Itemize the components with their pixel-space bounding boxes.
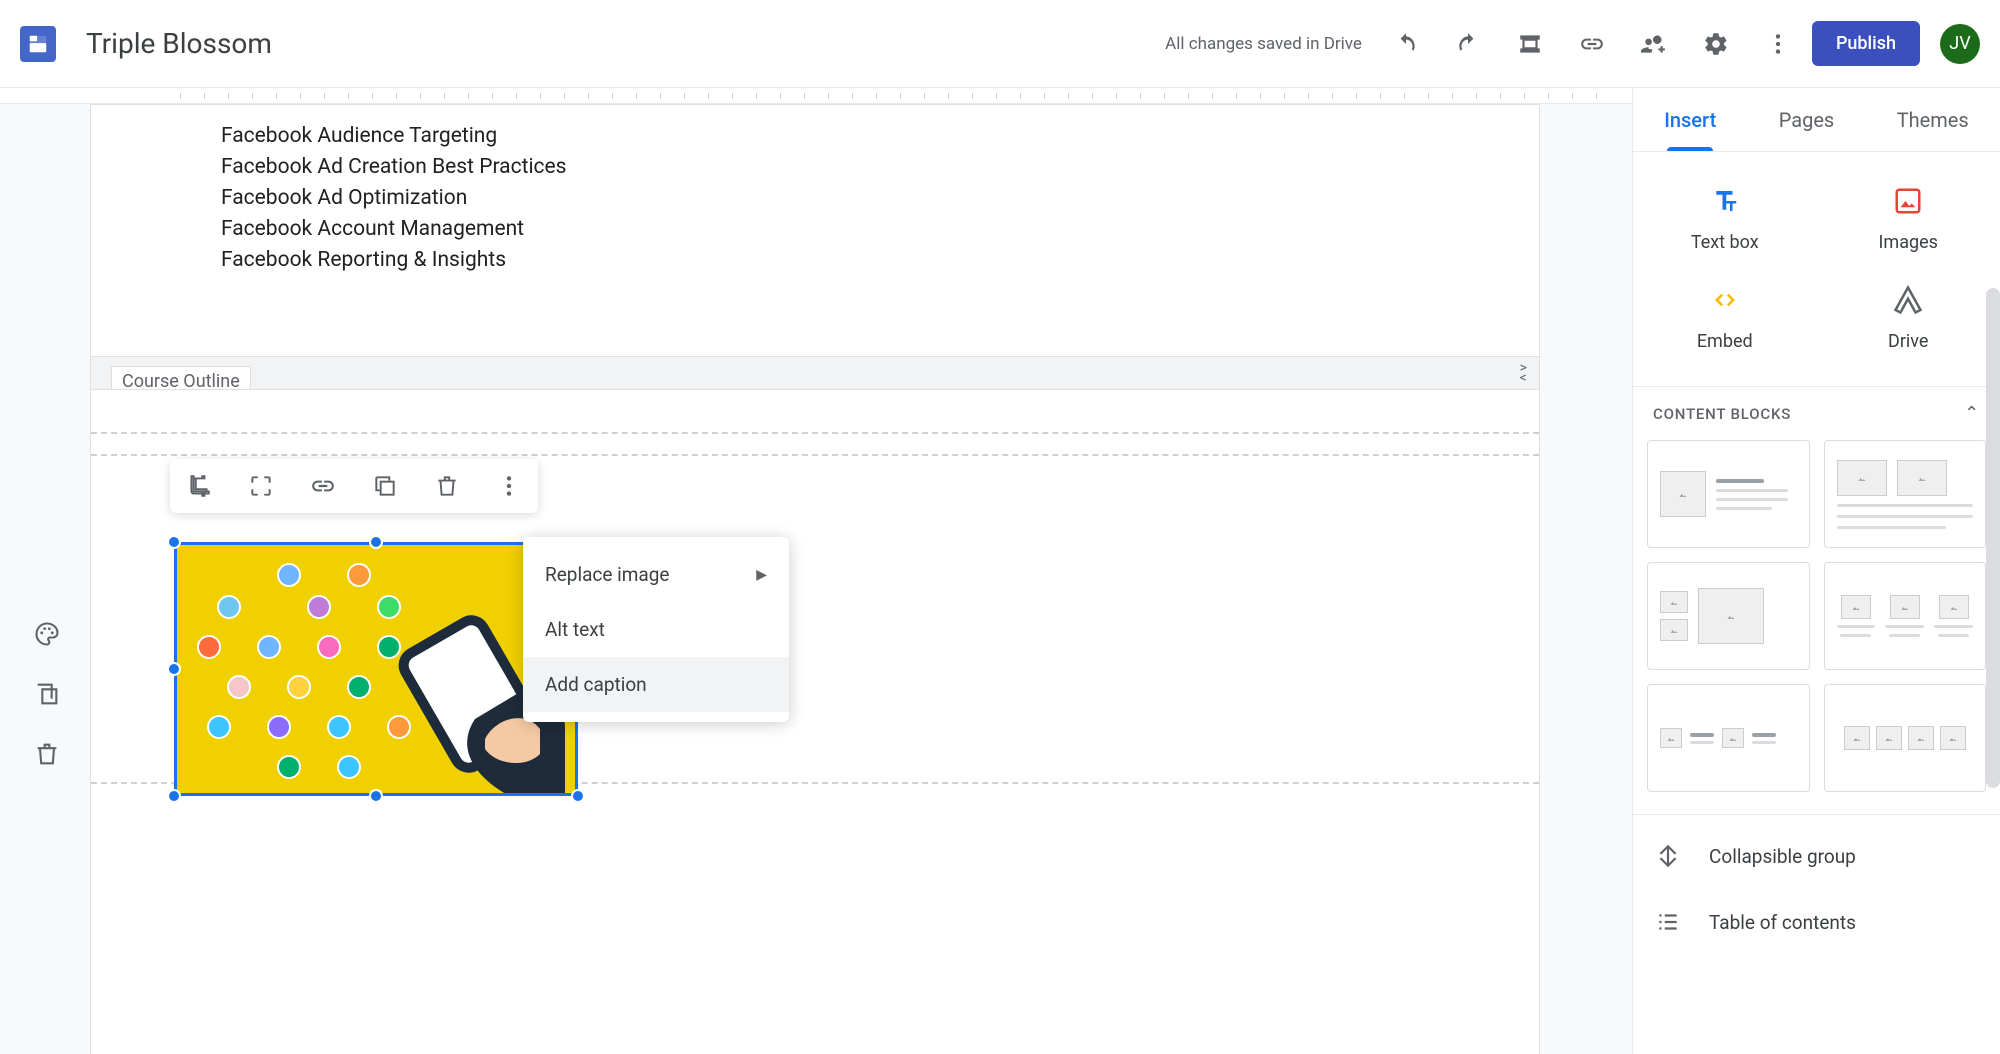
content-block-template[interactable] <box>1824 684 1987 792</box>
chevron-up-icon: ⌃ <box>1964 403 1980 424</box>
content-line: Facebook Ad Optimization <box>221 183 1409 214</box>
content-block-template[interactable] <box>1824 440 1987 548</box>
preview-icon[interactable] <box>1516 30 1544 58</box>
document-title[interactable]: Triple Blossom <box>86 27 272 60</box>
content-line: Facebook Account Management <box>221 214 1409 245</box>
menu-item-label: Add caption <box>545 673 647 696</box>
sheet-scroll-arrows[interactable]: >< <box>1520 363 1527 383</box>
undo-icon[interactable] <box>1392 30 1420 58</box>
content-blocks-header[interactable]: CONTENT BLOCKS ⌃ <box>1633 387 2000 440</box>
duplicate-icon[interactable] <box>26 673 68 715</box>
selected-image[interactable] <box>174 542 578 796</box>
tab-insert[interactable]: Insert <box>1654 88 1726 151</box>
save-status: All changes saved in Drive <box>1165 34 1362 54</box>
tab-pages[interactable]: Pages <box>1769 88 1845 151</box>
scrollbar-thumb[interactable] <box>1986 288 2000 788</box>
content-line: Facebook Reporting & Insights <box>221 245 1409 276</box>
insert-embed[interactable]: Embed <box>1633 269 1817 368</box>
content-block-template[interactable] <box>1647 684 1810 792</box>
more-icon[interactable] <box>1764 30 1792 58</box>
submenu-arrow-icon: ▶ <box>756 567 767 583</box>
ruler <box>0 88 1632 104</box>
content-block-template[interactable] <box>1647 440 1810 548</box>
insert-item-label: Text box <box>1691 232 1759 253</box>
resize-handle[interactable] <box>369 535 383 549</box>
menu-item-label: Replace image <box>545 563 670 586</box>
resize-handle[interactable] <box>167 789 181 803</box>
spreadsheet-tab-bar: Course Outline >< <box>91 356 1539 390</box>
menu-replace-image[interactable]: Replace image ▶ <box>523 547 789 602</box>
content-line: Facebook Audience Targeting <box>221 121 1409 152</box>
selected-image-wrapper <box>174 542 578 796</box>
menu-add-caption[interactable]: Add caption <box>523 657 789 712</box>
content-block-template[interactable] <box>1647 562 1810 670</box>
delete-icon[interactable] <box>430 469 464 503</box>
element-side-toolbar <box>26 613 68 775</box>
palette-icon[interactable] <box>26 613 68 655</box>
canvas-area: ⋮⋮ Facebook Audience Targeting Facebook … <box>0 88 1632 1054</box>
tab-themes[interactable]: Themes <box>1887 88 1979 151</box>
publish-button[interactable]: Publish <box>1812 21 1920 66</box>
content-blocks-grid <box>1633 440 2000 806</box>
section-label: CONTENT BLOCKS <box>1653 405 1791 423</box>
text-content[interactable]: Facebook Audience Targeting Facebook Ad … <box>91 105 1539 296</box>
right-panel-tabs: Insert Pages Themes <box>1633 88 2000 152</box>
crop-icon[interactable] <box>182 469 216 503</box>
more-vert-icon[interactable] <box>492 469 526 503</box>
resize-handle[interactable] <box>369 789 383 803</box>
share-icon[interactable] <box>1640 30 1668 58</box>
menu-item-label: Alt text <box>545 618 605 641</box>
resize-handle[interactable] <box>571 789 585 803</box>
content-block-template[interactable] <box>1824 562 1987 670</box>
uncrop-icon[interactable] <box>244 469 278 503</box>
settings-icon[interactable] <box>1702 30 1730 58</box>
insert-collapsible-group[interactable]: Collapsible group <box>1633 823 2000 889</box>
app-header: Triple Blossom All changes saved in Driv… <box>0 0 2000 88</box>
insert-item-label: Drive <box>1888 331 1928 352</box>
copy-icon[interactable] <box>368 469 402 503</box>
insert-link-icon[interactable] <box>306 469 340 503</box>
link-icon[interactable] <box>1578 30 1606 58</box>
insert-table-of-contents[interactable]: Table of contents <box>1633 889 2000 955</box>
user-avatar[interactable]: JV <box>1940 24 1980 64</box>
app-logo[interactable] <box>20 26 56 62</box>
insert-images[interactable]: Images <box>1817 170 2000 269</box>
resize-handle[interactable] <box>167 535 181 549</box>
sheet-tab[interactable]: Course Outline <box>111 366 251 390</box>
content-line: Facebook Ad Creation Best Practices <box>221 152 1409 183</box>
right-panel: Insert Pages Themes Text box Images Embe… <box>1632 88 2000 1054</box>
menu-alt-text[interactable]: Alt text <box>523 602 789 657</box>
redo-icon[interactable] <box>1454 30 1482 58</box>
insert-item-label: Images <box>1879 232 1938 253</box>
row-label: Table of contents <box>1709 911 1856 934</box>
image-toolbar <box>170 459 538 513</box>
row-label: Collapsible group <box>1709 845 1856 868</box>
image-context-menu: Replace image ▶ Alt text Add caption <box>523 537 789 722</box>
insert-text-box[interactable]: Text box <box>1633 170 1817 269</box>
insert-item-label: Embed <box>1697 331 1753 352</box>
insert-drive[interactable]: Drive <box>1817 269 2000 368</box>
resize-handle[interactable] <box>167 662 181 676</box>
trash-icon[interactable] <box>26 733 68 775</box>
